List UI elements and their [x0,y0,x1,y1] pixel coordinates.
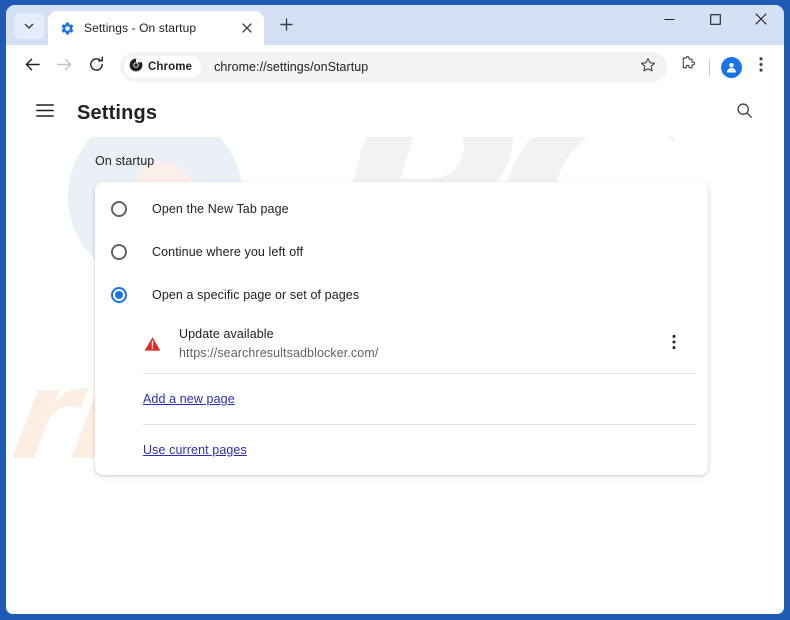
extensions-puzzle-icon [680,56,697,78]
plus-icon [279,18,293,36]
bookmark-star-button[interactable] [635,54,661,80]
add-new-page-link[interactable]: Add a new page [143,392,235,406]
startup-page-url: https://searchresultsadblocker.com/ [179,346,379,361]
radio-button-selected[interactable] [111,286,127,303]
close-window-button[interactable] [738,5,784,37]
page-title: Settings [77,101,158,124]
browser-window: Settings - On startup Chrome chrome://se… [6,5,784,614]
tab-close-button[interactable] [238,19,256,37]
hamburger-menu-icon [36,103,54,123]
settings-header: Settings [6,89,784,137]
browser-toolbar: Chrome chrome://settings/onStartup [6,45,784,89]
profile-avatar-icon [720,56,742,78]
settings-gear-icon [59,20,75,36]
tab-strip: Settings - On startup [6,5,784,45]
maximize-button[interactable] [692,5,738,37]
new-tab-button[interactable] [273,14,299,40]
startup-page-text: Update available https://searchresultsad… [179,325,660,364]
reload-icon [88,56,105,78]
chrome-chip-label: Chrome [148,61,193,73]
reload-button[interactable] [80,51,112,83]
startup-option-label: Open a specific page or set of pages [152,287,360,302]
minimize-icon [664,12,675,30]
startup-option-new-tab[interactable]: Open the New Tab page [95,187,708,230]
hamburger-menu-button[interactable] [32,100,58,126]
forward-button[interactable] [48,51,80,83]
radio-button[interactable] [111,200,127,217]
on-startup-card: Open the New Tab page Continue where you… [95,182,708,475]
warning-triangle-icon [143,335,161,353]
radio-button[interactable] [111,243,127,260]
address-bar-url: chrome://settings/onStartup [214,60,369,74]
back-arrow-icon [24,56,41,78]
address-bar[interactable]: Chrome chrome://settings/onStartup [120,52,667,82]
startup-option-label: Open the New Tab page [152,201,289,216]
chrome-logo-icon [129,58,143,77]
startup-page-title: Update available [179,327,274,341]
chrome-menu-button[interactable] [746,52,776,82]
use-current-pages-link[interactable]: Use current pages [143,443,247,457]
three-dot-menu-icon [672,334,676,355]
minimize-button[interactable] [646,5,692,37]
tab-search-button[interactable] [14,13,44,39]
settings-search-button[interactable] [730,99,758,127]
tab-title: Settings - On startup [84,21,197,35]
window-controls [646,5,784,39]
startup-option-specific-pages[interactable]: Open a specific page or set of pages [95,273,708,316]
back-button[interactable] [16,51,48,83]
section-title: On startup [95,154,155,168]
search-icon [736,102,753,124]
extensions-button[interactable] [673,52,703,82]
star-icon [640,57,656,78]
chevron-down-icon [23,20,35,32]
startup-page-row: Update available https://searchresultsad… [95,316,708,373]
chrome-scheme-chip: Chrome [124,56,202,78]
browser-window-frame: Settings - On startup Chrome chrome://se… [0,0,790,620]
settings-page: PC risk.com Settings [6,89,784,614]
three-dot-menu-icon [759,56,763,78]
browser-tab[interactable]: Settings - On startup [48,11,264,45]
forward-arrow-icon [56,56,73,78]
startup-page-menu-button[interactable] [660,330,688,358]
startup-option-continue[interactable]: Continue where you left off [95,230,708,273]
close-icon [755,12,767,30]
startup-option-label: Continue where you left off [152,244,304,259]
profile-button[interactable] [716,52,746,82]
toolbar-divider [709,58,710,76]
add-new-page-row: Add a new page [95,374,708,424]
use-current-pages-row: Use current pages [95,425,708,475]
maximize-icon [709,12,721,30]
